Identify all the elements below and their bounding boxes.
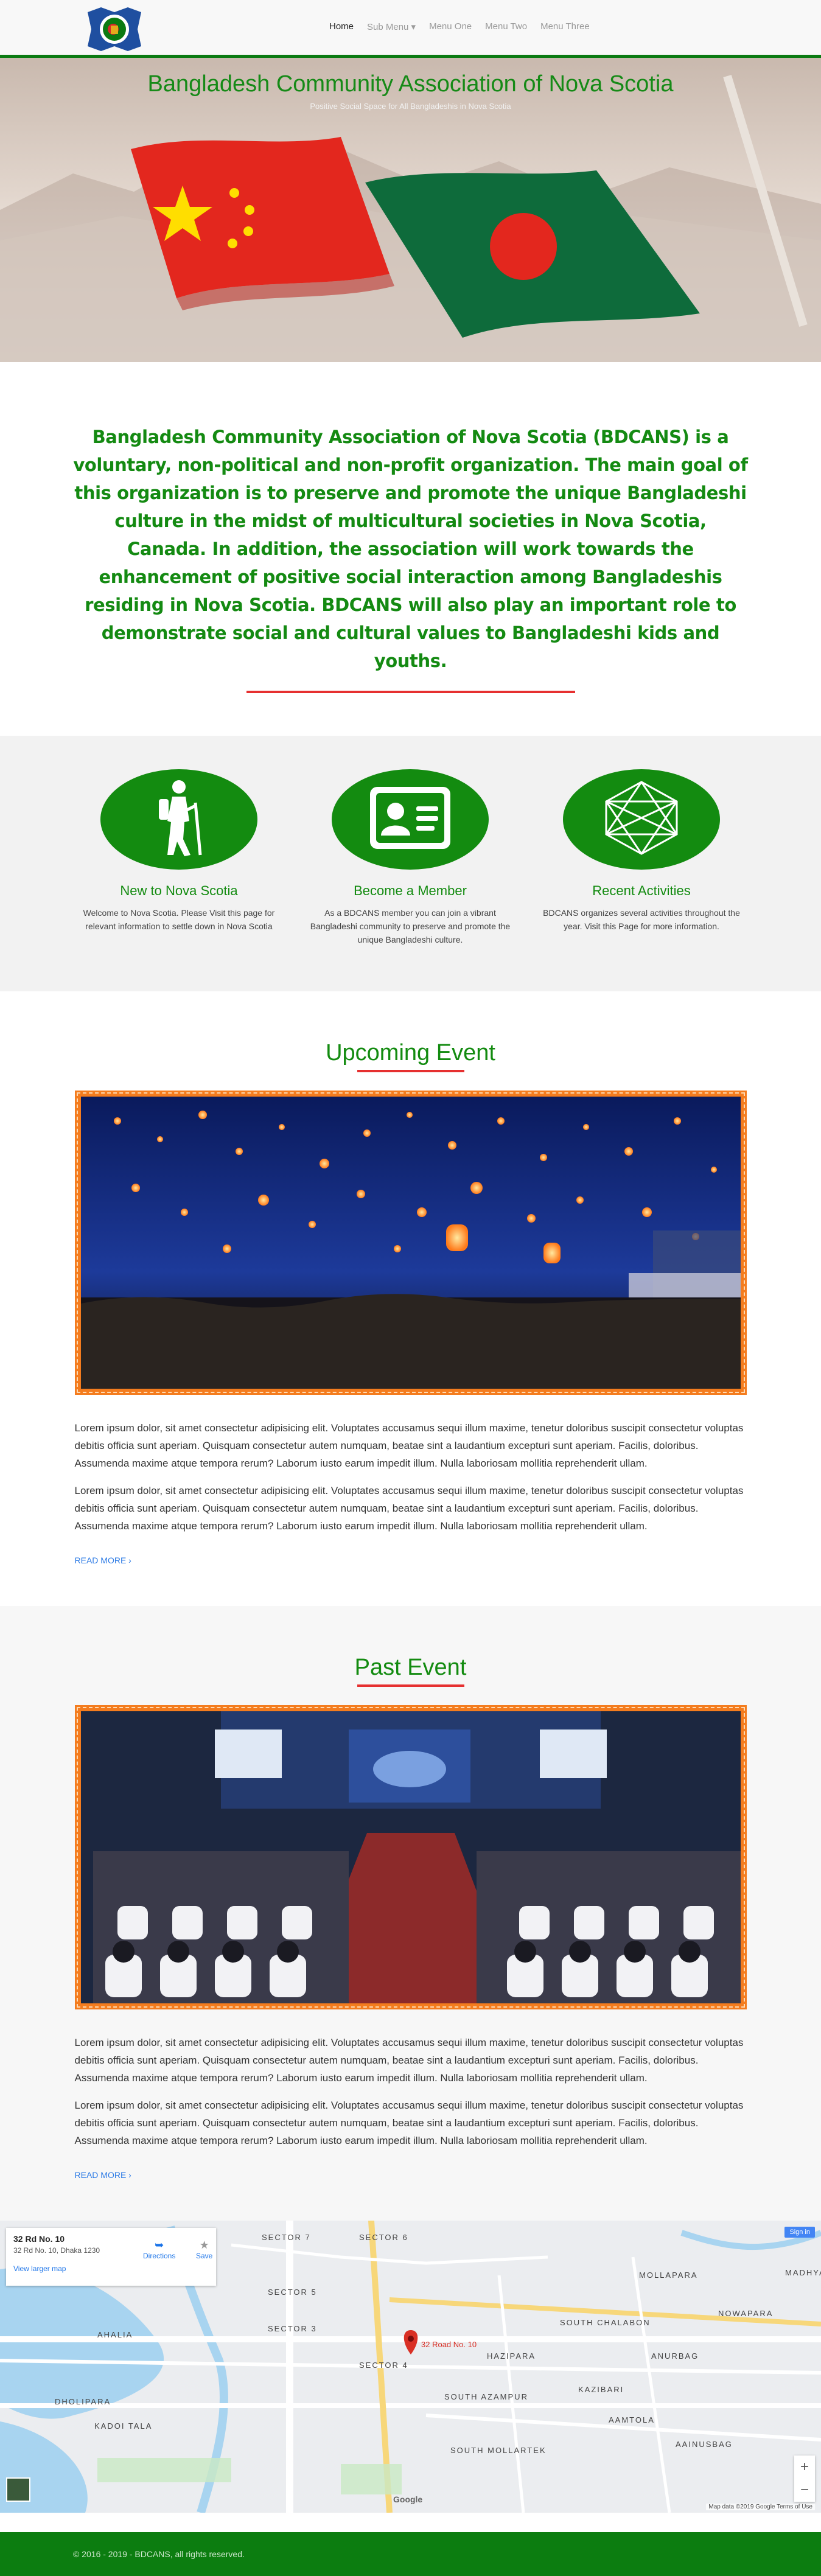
map-area-label: SECTOR 5 <box>268 2288 317 2297</box>
upcoming-event-body: Lorem ipsum dolor, sit amet consectetur … <box>75 1419 747 1569</box>
past-event-frame <box>74 1705 747 2009</box>
past-event-image[interactable] <box>80 1711 741 2003</box>
map-area-label: SECTOR 6 <box>359 2233 408 2242</box>
id-card-icon <box>368 784 453 854</box>
navbar: Home Sub Menu ▾ Menu One Menu Two Menu T… <box>0 0 821 58</box>
upcoming-event-paragraph: Lorem ipsum dolor, sit amet consectetur … <box>74 1485 744 1532</box>
map-area-label: SECTOR 7 <box>262 2233 311 2242</box>
map-area-label: SOUTH AZAMPUR <box>444 2392 528 2401</box>
service-icon-oval <box>100 769 257 870</box>
upcoming-event-section: Upcoming Event Lorem ipsum dolor, sit am… <box>0 991 821 1606</box>
map-terms[interactable]: Map data ©2019 Google Terms of Use <box>706 2504 815 2510</box>
upcoming-event-title: Upcoming Event <box>326 1040 495 1066</box>
directions-label: Directions <box>143 2252 176 2260</box>
past-event-paragraph: Lorem ipsum dolor, sit amet consectetur … <box>74 2037 744 2084</box>
intro-section: Bangladesh Community Association of Nova… <box>0 362 821 736</box>
service-new-to-nova-scotia[interactable]: New to Nova Scotia Welcome to Nova Scoti… <box>69 769 288 933</box>
map-place-name: 32 Rd No. 10 <box>13 2234 65 2244</box>
service-title: Recent Activities <box>592 883 691 898</box>
main-nav: Home Sub Menu ▾ Menu One Menu Two Menu T… <box>329 21 590 32</box>
service-icon-oval <box>563 769 720 870</box>
past-event-body: Lorem ipsum dolor, sit amet consectetur … <box>75 2034 747 2184</box>
map-area-label: SOUTH MOLLARTEK <box>450 2446 547 2455</box>
map-area-label: KAZIBARI <box>578 2385 624 2394</box>
footer: © 2016 - 2019 - BDCANS, all rights reser… <box>0 2532 821 2576</box>
hiker-icon <box>145 778 212 860</box>
map-area-label: DHOLIPARA <box>55 2397 111 2406</box>
intro-text: Bangladesh Community Association of Nova… <box>73 427 748 671</box>
upcoming-event-image[interactable] <box>80 1097 741 1389</box>
save-button[interactable]: ★ Save <box>196 2239 212 2260</box>
map-place-address: 32 Rd No. 10, Dhaka 1230 <box>13 2246 100 2255</box>
upcoming-event-paragraph: Lorem ipsum dolor, sit amet consectetur … <box>74 1422 744 1469</box>
nav-menu-two[interactable]: Menu Two <box>485 21 527 32</box>
map-area-label: ANURBAG <box>651 2351 699 2361</box>
service-text: BDCANS organizes several activities thro… <box>543 908 740 931</box>
view-larger-map-link[interactable]: View larger map <box>13 2264 209 2273</box>
map-area-label: SECTOR 3 <box>268 2324 317 2333</box>
map-area-label: SOUTH CHALABON <box>560 2318 651 2327</box>
map-area-label: MOLLAPARA <box>639 2271 698 2280</box>
satellite-toggle[interactable] <box>6 2477 30 2502</box>
past-event-section: Past Event Lorem ipsum dolor, sit amet c… <box>0 1606 821 2221</box>
map-zoom-control: + − <box>794 2456 815 2502</box>
google-logo: Google <box>393 2494 423 2504</box>
map-area-label: HAZIPARA <box>487 2351 536 2361</box>
upcoming-event-frame <box>74 1091 747 1395</box>
nav-home[interactable]: Home <box>329 21 354 32</box>
nav-sub-menu[interactable]: Sub Menu ▾ <box>367 21 416 32</box>
service-icon-oval <box>332 769 489 870</box>
map-area-label: NOWAPARA <box>718 2309 774 2318</box>
map-pin-label: 32 Road No. 10 <box>421 2340 477 2349</box>
footer-copyright: © 2016 - 2019 - BDCANS, all rights reser… <box>73 2549 245 2559</box>
hero-subtitle: Positive Social Space for All Bangladesh… <box>310 102 511 111</box>
map-area-label: AAMTOLA <box>609 2415 655 2424</box>
save-label: Save <box>196 2252 213 2260</box>
map-area-label: SECTOR 4 <box>359 2361 408 2370</box>
site-logo[interactable] <box>83 7 147 51</box>
map-area-label: MADHYA <box>785 2268 821 2277</box>
service-text: Welcome to Nova Scotia. Please Visit thi… <box>83 908 275 931</box>
zoom-in-icon[interactable]: + <box>794 2456 815 2479</box>
star-icon: ★ <box>199 2239 209 2251</box>
map-place-card: 32 Rd No. 10 32 Rd No. 10, Dhaka 1230 Vi… <box>6 2228 216 2286</box>
upcoming-read-more-link[interactable]: READ MORE › <box>75 1552 131 1569</box>
directions-icon: ➥ <box>155 2239 164 2251</box>
map-area-label: KADOI TALA <box>94 2421 153 2431</box>
upcoming-event-divider <box>357 1070 464 1072</box>
hexagon-network-icon <box>599 778 684 860</box>
footer-spacer <box>0 2513 821 2532</box>
intro-divider <box>246 691 575 693</box>
past-event-paragraph: Lorem ipsum dolor, sit amet consectetur … <box>74 2100 744 2146</box>
hero-title: Bangladesh Community Association of Nova… <box>147 71 674 97</box>
map-signin-button[interactable]: Sign in <box>784 2227 815 2238</box>
service-text: As a BDCANS member you can join a vibran… <box>310 908 511 944</box>
zoom-out-icon[interactable]: − <box>794 2479 815 2502</box>
service-title: Become a Member <box>354 883 467 898</box>
directions-button[interactable]: ➥ Directions <box>143 2239 175 2260</box>
service-title: New to Nova Scotia <box>120 883 238 898</box>
past-event-title: Past Event <box>354 1655 467 1680</box>
past-read-more-link[interactable]: READ MORE › <box>75 2166 131 2184</box>
service-become-a-member[interactable]: Become a Member As a BDCANS member you c… <box>301 769 520 946</box>
nav-menu-one[interactable]: Menu One <box>429 21 472 32</box>
past-event-divider <box>357 1684 464 1687</box>
nav-menu-three[interactable]: Menu Three <box>540 21 590 32</box>
services-section: New to Nova Scotia Welcome to Nova Scoti… <box>0 736 821 991</box>
google-map[interactable]: SECTOR 7 SECTOR 6 SECTOR 5 SECTOR 3 SECT… <box>0 2221 821 2513</box>
hero-banner: Bangladesh Community Association of Nova… <box>0 58 821 362</box>
service-recent-activities[interactable]: Recent Activities BDCANS organizes sever… <box>532 769 751 933</box>
map-area-label: AHALIA <box>97 2330 133 2339</box>
map-area-label: AAINUSBAG <box>676 2440 733 2449</box>
